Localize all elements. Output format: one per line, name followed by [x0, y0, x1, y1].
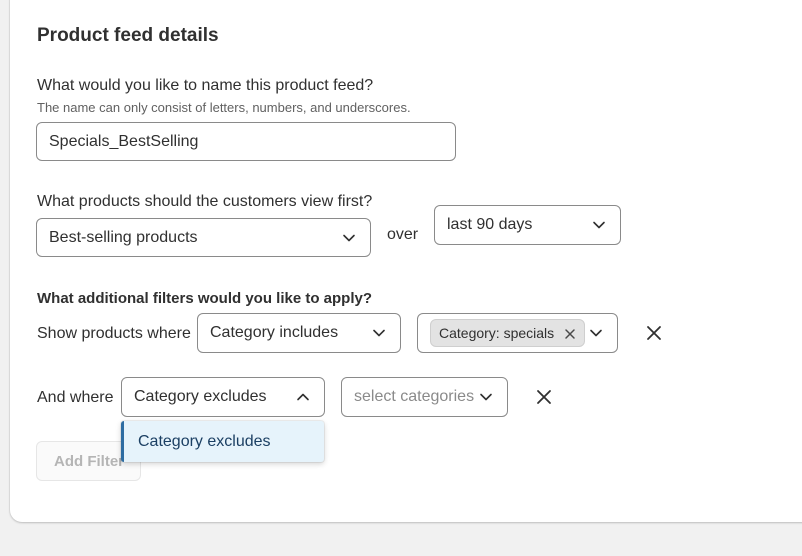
feed-name-question: What would you like to name this product… — [37, 77, 374, 94]
chevron-down-icon — [478, 389, 494, 405]
filters-question: What additional filters would you like t… — [37, 290, 373, 307]
period-select-value: last 90 days — [447, 216, 533, 233]
sort-question: What products should the customers view … — [37, 193, 373, 210]
remove-tag-icon[interactable] — [564, 327, 576, 339]
dropdown-option-category-excludes[interactable]: Category excludes — [138, 433, 271, 451]
period-select[interactable]: last 90 days — [434, 205, 621, 245]
filter-row-1-value-select[interactable]: Category: specials — [417, 313, 618, 353]
category-tag-label: Category: specials — [439, 325, 555, 341]
chevron-down-icon — [588, 325, 604, 341]
chevron-down-icon — [341, 230, 357, 246]
over-label: over — [387, 226, 419, 243]
section-title: Product feed details — [37, 25, 219, 46]
filter-row-2-value-select[interactable]: select categories — [341, 377, 508, 417]
remove-filter-1-icon[interactable] — [644, 323, 664, 343]
feed-name-value: Specials_BestSelling — [49, 132, 199, 150]
filter-row-2-condition-value: Category excludes — [134, 388, 267, 405]
filter-row-2-value-placeholder: select categories — [354, 388, 475, 405]
filter-row-1-condition-select[interactable]: Category includes — [197, 313, 401, 353]
filter-row-1-prefix: Show products where — [37, 325, 191, 342]
filter-row-2-condition-select[interactable]: Category excludes — [121, 377, 325, 417]
filter-row-1-condition-value: Category includes — [210, 324, 339, 341]
sort-select[interactable]: Best-selling products — [36, 218, 371, 257]
chevron-down-icon — [591, 217, 607, 233]
remove-filter-2-icon[interactable] — [534, 387, 554, 407]
filter-row-2-prefix: And where — [37, 389, 114, 406]
sort-select-value: Best-selling products — [49, 228, 198, 246]
chevron-up-icon — [295, 389, 311, 405]
condition-dropdown-menu: Category excludes — [121, 421, 324, 462]
feed-name-help: The name can only consist of letters, nu… — [37, 100, 411, 115]
chevron-down-icon — [371, 325, 387, 341]
category-tag: Category: specials — [430, 319, 586, 347]
feed-name-input[interactable]: Specials_BestSelling — [36, 122, 456, 161]
